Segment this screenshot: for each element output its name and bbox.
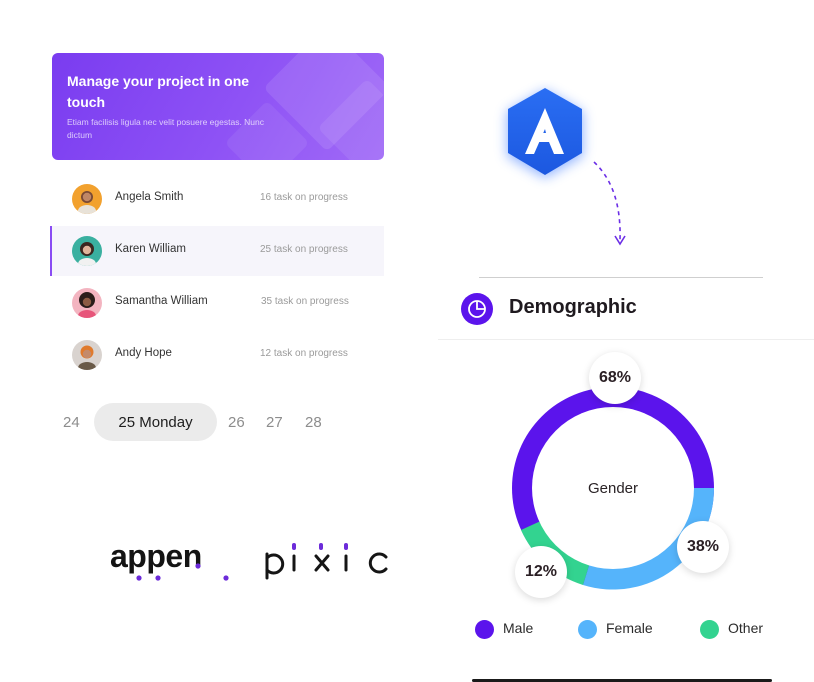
user-row-karen[interactable]: Karen William 25 task on progress: [50, 226, 384, 276]
day-27[interactable]: 27: [266, 414, 283, 431]
pixic-logo: [264, 540, 392, 585]
avatar: [72, 340, 102, 370]
legend-dot: [578, 620, 597, 639]
user-name: Angela Smith: [115, 191, 184, 203]
banner-title: Manage your project in one touch: [67, 73, 250, 110]
legend-label: Female: [606, 620, 653, 636]
user-row-andy[interactable]: Andy Hope 12 task on progress: [50, 330, 384, 380]
person-avatar-icon: [78, 191, 96, 214]
pct-label-other: 12%: [515, 546, 567, 598]
svg-text:appen: appen: [110, 538, 202, 574]
project-banner: Manage your project in one touch Etiam f…: [52, 53, 384, 160]
pie-chart-icon: [461, 293, 493, 325]
dashed-arrow-icon: [593, 161, 626, 246]
legend-label: Male: [503, 620, 534, 636]
divider: [438, 339, 814, 340]
appen-logo: appen: [110, 537, 232, 592]
user-task-status: 12 task on progress: [260, 348, 348, 359]
day-26[interactable]: 26: [228, 414, 245, 431]
avatar: [72, 184, 102, 214]
pixic-logo-mark: [265, 543, 388, 580]
user-task-status: 35 task on progress: [261, 296, 349, 307]
legend-dot: [700, 620, 719, 639]
demographic-title: Demographic: [509, 296, 637, 318]
banner-subtitle: Etiam facilisis ligula nec velit posuere…: [67, 117, 265, 140]
appen-logo-mark: appen: [110, 538, 229, 581]
person-avatar-icon: [78, 345, 96, 370]
day-28[interactable]: 28: [305, 414, 322, 431]
avatar: [72, 288, 102, 318]
user-name: Karen William: [115, 243, 186, 255]
day-selected[interactable]: 25 Monday: [94, 403, 217, 441]
avatar: [72, 236, 102, 266]
user-row-angela[interactable]: Angela Smith 16 task on progress: [50, 174, 384, 224]
person-avatar-icon: [78, 242, 96, 266]
person-avatar-icon: [78, 292, 96, 318]
legend-label: Other: [728, 620, 764, 636]
day-24[interactable]: 24: [63, 414, 80, 431]
user-task-status: 16 task on progress: [260, 192, 348, 203]
pct-label-female: 38%: [677, 521, 729, 573]
divider: [479, 277, 763, 278]
user-task-status: 25 task on progress: [260, 244, 348, 255]
pct-label-male: 68%: [589, 352, 641, 404]
user-name: Samantha William: [115, 295, 208, 307]
user-row-samantha[interactable]: Samantha William 35 task on progress: [50, 278, 384, 328]
legend-dot: [475, 620, 494, 639]
donut-center-label: Gender: [587, 480, 639, 497]
user-name: Andy Hope: [115, 347, 172, 359]
